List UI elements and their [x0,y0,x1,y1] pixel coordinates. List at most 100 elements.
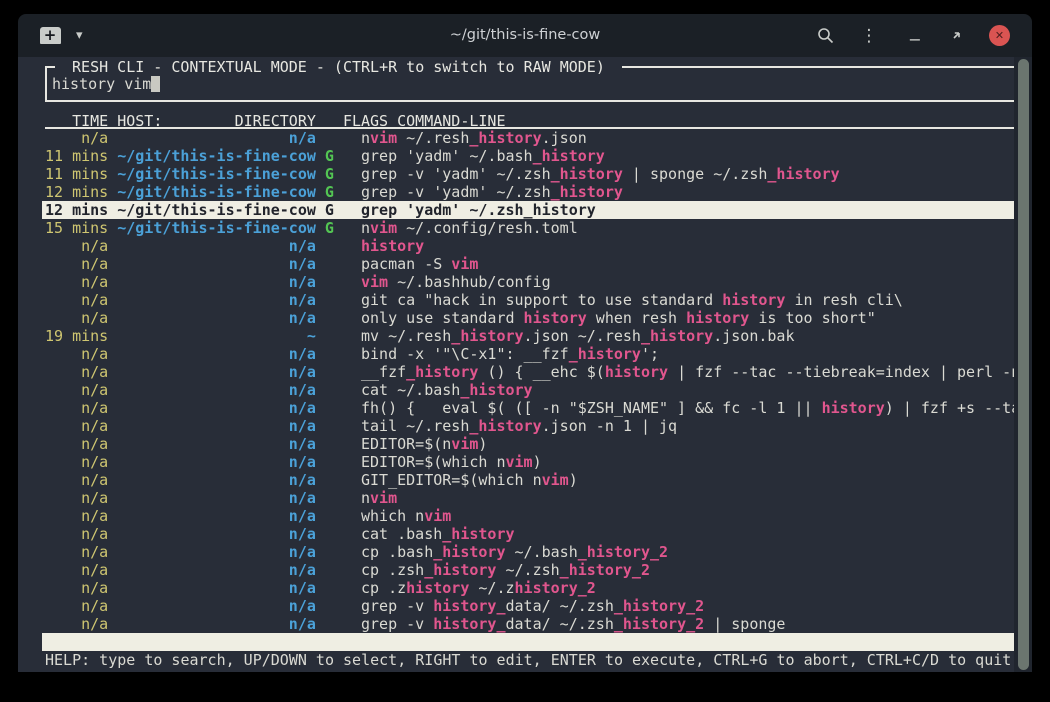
row-time: n/a [45,237,108,255]
row-directory: ~/git/this-is-fine-cow [117,147,316,165]
table-row[interactable]: 11 mins~/git/this-is-fine-cowGgrep -v 'y… [42,165,1028,183]
row-flags [325,327,334,345]
row-directory: n/a [117,237,316,255]
row-time: n/a [45,561,108,579]
row-command: EDITOR=$(nvim) [343,435,1028,453]
row-command: nvim ~/.config/resh.toml [343,219,1028,237]
help-line: HELP: type to search, UP/DOWN to select,… [45,651,1028,669]
text-cursor [151,76,160,92]
table-row[interactable]: n/an/acat .bash_history [42,525,1028,543]
row-flags: G [325,183,334,201]
row-command: bind -x '"\C-x1": __fzf_history'; [343,345,1028,363]
table-row[interactable]: n/an/aEDITOR=$(which nvim) [42,453,1028,471]
table-row[interactable]: n/an/acat ~/.bash_history [42,381,1028,399]
row-directory: ~ [117,327,316,345]
row-directory: n/a [117,345,316,363]
row-directory: n/a [117,399,316,417]
new-tab-button[interactable]: + [38,25,62,47]
table-row[interactable]: n/an/acp .zhistory ~/.zhistory_2 [42,579,1028,597]
row-time: n/a [45,507,108,525]
search-icon[interactable] [817,27,834,44]
row-time: n/a [45,255,108,273]
menu-kebab-icon[interactable]: ⋮ [862,26,876,46]
row-time: n/a [45,273,108,291]
table-row[interactable]: n/an/abind -x '"\C-x1": __fzf_history'; [42,345,1028,363]
row-command: nvim [343,489,1028,507]
row-command: which nvim [343,507,1028,525]
row-flags [325,417,334,435]
row-time: n/a [45,417,108,435]
table-row[interactable]: n/a n/a history [42,237,1028,255]
row-command: grep -v 'yadm' ~/.zsh_history | sponge ~… [343,165,1028,183]
row-time: n/a [45,129,108,147]
table-row[interactable]: 11 mins~/git/this-is-fine-cowGgrep 'yadm… [42,147,1028,165]
scrollbar[interactable] [1018,59,1029,670]
table-row[interactable]: 12 mins~/git/this-is-fine-cowGgrep 'yadm… [42,201,1028,219]
row-flags: G [325,165,334,183]
restore-icon[interactable] [950,29,963,42]
title-bar[interactable]: + ▾ ~/git/this-is-fine-cow ⋮ − ✕ [18,14,1032,57]
table-row[interactable]: n/an/agrep -v history_data/ ~/.zsh_histo… [42,615,1028,633]
row-time: 19 mins [45,327,108,345]
row-directory: n/a [117,309,316,327]
table-row[interactable]: n/an/avim ~/.bashhub/config [42,273,1028,291]
row-command: grep 'yadm' ~/.zsh_history [343,201,1028,219]
row-flags [325,381,334,399]
row-command: history [343,237,1028,255]
table-row[interactable]: n/an/awhich nvim [42,507,1028,525]
row-time: n/a [45,291,108,309]
row-directory: ~/git/this-is-fine-cow [117,219,316,237]
row-directory: n/a [117,417,316,435]
table-row[interactable]: n/an/a__fzf_history () { __ehc $(history… [42,363,1028,381]
row-command: git ca "hack in support to use standard … [343,291,1028,309]
table-row[interactable]: n/an/anvim [42,489,1028,507]
table-row[interactable]: n/an/acp .zsh_history ~/.zsh_history_2 [42,561,1028,579]
table-row[interactable]: n/an/anvim ~/.resh_history.json [42,129,1028,147]
row-command: fh() { eval $( ([ -n "$ZSH_NAME" ] && fc… [343,399,1028,417]
table-row[interactable]: 12 mins~/git/this-is-fine-cowGgrep -v 'y… [42,183,1028,201]
row-command: mv ~/.resh_history.json ~/.resh_history.… [343,327,1028,345]
row-directory: n/a [117,381,316,399]
table-row[interactable]: n/an/apacman -S vim [42,255,1028,273]
row-command: grep -v 'yadm' ~/.zsh_history [343,183,1028,201]
row-flags [325,471,334,489]
table-row[interactable]: n/an/aEDITOR=$(nvim) [42,435,1028,453]
row-time: n/a [45,597,108,615]
row-time: n/a [45,363,108,381]
row-flags [325,255,334,273]
row-time: n/a [45,399,108,417]
header-host: HOST: [117,112,162,130]
row-time: n/a [45,453,108,471]
row-flags [325,543,334,561]
status-bar: 2020-05-11 12:01:51tower:~/git/this-is-f… [42,633,1025,651]
row-directory: n/a [117,489,316,507]
table-row[interactable]: n/an/aonly use standard history when res… [42,309,1028,327]
table-row[interactable]: n/an/agrep -v history_data/ ~/.zsh_histo… [42,597,1028,615]
row-command: vim ~/.bashhub/config [343,273,1028,291]
terminal-window: + ▾ ~/git/this-is-fine-cow ⋮ − ✕ [18,14,1032,672]
row-time: 11 mins [45,147,108,165]
row-directory: n/a [117,291,316,309]
table-row[interactable]: n/an/aGIT_EDITOR=$(which nvim) [42,471,1028,489]
close-icon[interactable]: ✕ [989,25,1010,46]
table-row[interactable]: n/an/atail ~/.resh_history.json -n 1 | j… [42,417,1028,435]
row-command: cat .bash_history [343,525,1028,543]
table-row[interactable]: 19 mins ~ mv ~/.resh_history.json ~/.resh_… [42,327,1028,345]
row-flags [325,597,334,615]
minimize-icon[interactable]: − [908,27,922,45]
table-row[interactable]: n/a n/a fh() { eval $( ([ -n "$ZSH_NAME" ]… [42,399,1028,417]
header-host-directory: HOST: DIRECTORY [117,112,316,130]
row-command: grep -v history_data/ ~/.zsh_history_2 [343,597,1028,615]
row-directory: n/a [117,525,316,543]
row-directory: ~/git/this-is-fine-cow [117,201,316,219]
row-flags: G [325,201,334,219]
chevron-down-icon[interactable]: ▾ [76,28,83,43]
table-header: TIME HOST: DIRECTORY FLAGS COMMAND-LINE [45,112,1026,129]
row-time: 11 mins [45,165,108,183]
table-row[interactable]: n/a n/a git ca "hack in support to use sta… [42,291,1028,309]
row-time: n/a [45,435,108,453]
row-time: n/a [45,543,108,561]
table-row[interactable]: 15 mins~/git/this-is-fine-cowGnvim ~/.co… [42,219,1028,237]
table-row[interactable]: n/an/acp .bash_history ~/.bash_history_2 [42,543,1028,561]
new-tab-icon: + [40,27,61,44]
